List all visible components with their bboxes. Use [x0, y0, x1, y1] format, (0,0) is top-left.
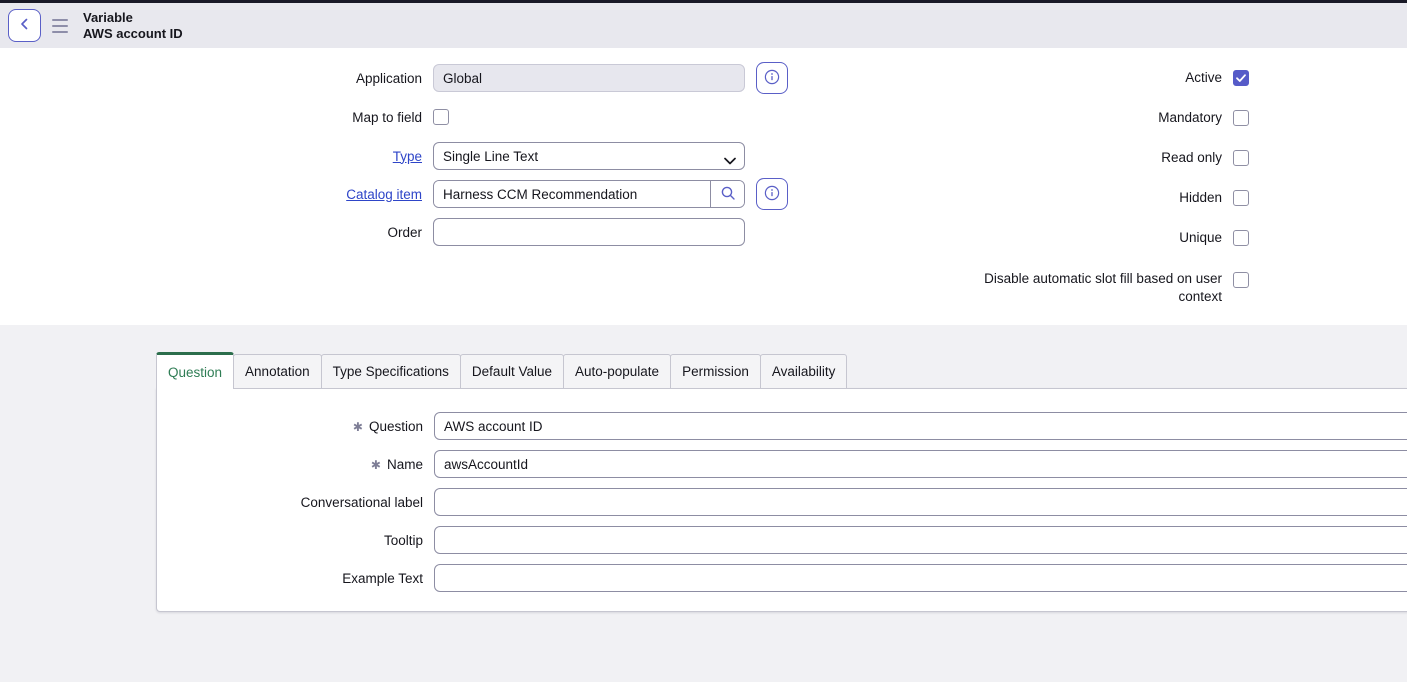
disable-slot-fill-row: Disable automatic slot fill based on use…	[819, 270, 1249, 306]
type-row: Type Single Line Text	[0, 142, 745, 170]
question-input[interactable]	[434, 412, 1407, 440]
mandatory-checkbox[interactable]	[1233, 110, 1249, 126]
info-icon	[764, 185, 780, 204]
disable-slot-fill-checkbox[interactable]	[1233, 272, 1249, 288]
hamburger-menu-icon[interactable]	[52, 19, 70, 33]
search-icon	[720, 185, 736, 204]
question-label: ✱Question	[157, 419, 423, 434]
record-name-title: AWS account ID	[83, 26, 183, 42]
tooltip-row: Tooltip	[157, 526, 1407, 554]
tab-bar: Question Annotation Type Specifications …	[156, 352, 847, 389]
application-label: Application	[0, 71, 422, 86]
active-checkbox[interactable]	[1233, 70, 1249, 86]
tab-availability[interactable]: Availability	[760, 354, 848, 389]
name-row: ✱Name	[157, 450, 1407, 478]
form-body: Application Map to field Type Single Lin…	[0, 48, 1407, 325]
catalog-item-label-link[interactable]: Catalog item	[0, 187, 422, 202]
required-marker-icon: ✱	[353, 420, 363, 434]
order-input[interactable]	[433, 218, 745, 246]
map-to-field-label: Map to field	[0, 110, 422, 125]
chevron-left-icon	[17, 16, 33, 35]
read-only-row: Read only	[819, 144, 1249, 172]
example-text-label: Example Text	[157, 571, 423, 586]
mandatory-label: Mandatory	[1158, 109, 1222, 127]
tab-annotation[interactable]: Annotation	[233, 354, 322, 389]
mandatory-row: Mandatory	[819, 104, 1249, 132]
catalog-item-input[interactable]	[434, 181, 710, 207]
question-row: ✱Question	[157, 412, 1407, 440]
name-label: ✱Name	[157, 457, 423, 472]
catalog-item-lookup-button[interactable]	[711, 181, 744, 207]
active-row: Active	[819, 64, 1249, 92]
hidden-label: Hidden	[1179, 189, 1222, 207]
map-to-field-row: Map to field	[0, 103, 449, 131]
page-title: Variable AWS account ID	[83, 10, 183, 42]
question-tab-panel: ✱Question ✱Name Conversational label Too…	[156, 388, 1407, 612]
tab-permission[interactable]: Permission	[670, 354, 761, 389]
form-header: Variable AWS account ID	[0, 0, 1407, 48]
tab-type-specifications[interactable]: Type Specifications	[321, 354, 461, 389]
application-row: Application	[0, 64, 788, 92]
conversational-label-label: Conversational label	[157, 495, 423, 510]
unique-row: Unique	[819, 224, 1249, 252]
catalog-item-info-button[interactable]	[756, 178, 788, 210]
disable-slot-fill-label: Disable automatic slot fill based on use…	[972, 270, 1222, 306]
active-label: Active	[1185, 69, 1222, 87]
catalog-item-reference-field	[433, 180, 745, 208]
type-select[interactable]: Single Line Text	[433, 142, 745, 170]
record-type-title: Variable	[83, 10, 183, 26]
type-label-link[interactable]: Type	[0, 149, 422, 164]
info-icon	[764, 69, 780, 88]
application-info-button[interactable]	[756, 62, 788, 94]
tab-auto-populate[interactable]: Auto-populate	[563, 354, 671, 389]
conversational-label-input[interactable]	[434, 488, 1407, 516]
hidden-checkbox[interactable]	[1233, 190, 1249, 206]
read-only-label: Read only	[1161, 149, 1222, 167]
tooltip-label: Tooltip	[157, 533, 423, 548]
example-text-input[interactable]	[434, 564, 1407, 592]
read-only-checkbox[interactable]	[1233, 150, 1249, 166]
unique-label: Unique	[1179, 229, 1222, 247]
order-row: Order	[0, 218, 745, 246]
catalog-item-row: Catalog item	[0, 180, 788, 208]
conversational-label-row: Conversational label	[157, 488, 1407, 516]
tab-question[interactable]: Question	[156, 352, 234, 389]
tooltip-input[interactable]	[434, 526, 1407, 554]
unique-checkbox[interactable]	[1233, 230, 1249, 246]
name-input[interactable]	[434, 450, 1407, 478]
required-marker-icon: ✱	[371, 458, 381, 472]
map-to-field-checkbox[interactable]	[433, 109, 449, 125]
example-text-row: Example Text	[157, 564, 1407, 592]
back-button[interactable]	[8, 9, 41, 42]
tab-default-value[interactable]: Default Value	[460, 354, 564, 389]
application-input[interactable]	[433, 64, 745, 92]
type-select-wrap: Single Line Text	[433, 142, 745, 170]
order-label: Order	[0, 225, 422, 240]
hidden-row: Hidden	[819, 184, 1249, 212]
